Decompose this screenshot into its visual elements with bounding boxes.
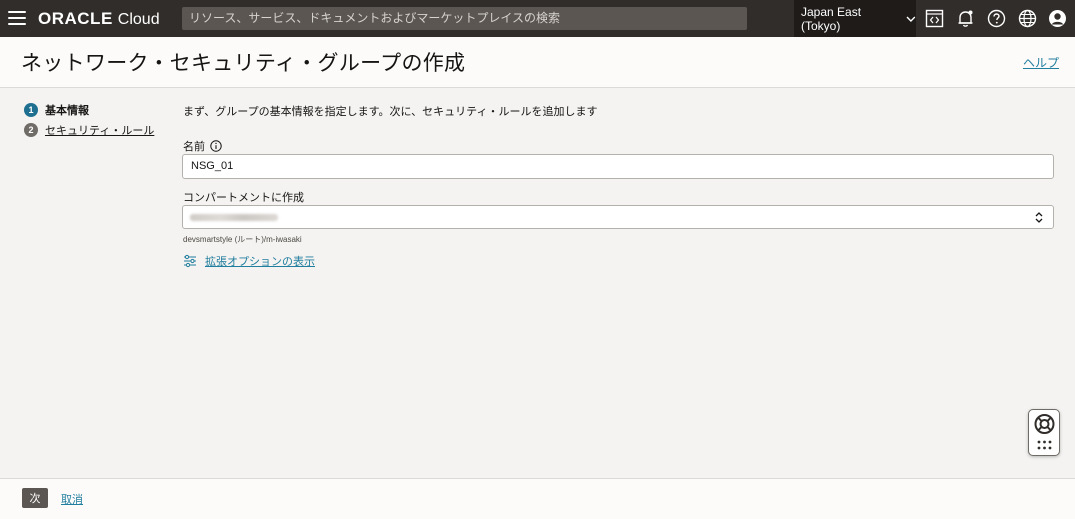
compartment-path: devsmartstyle (ルート)/m-iwasaki xyxy=(183,235,302,244)
step-number: 1 xyxy=(24,103,38,117)
wizard-steps: 1 基本情報 2 セキュリティ・ルール xyxy=(24,102,154,142)
advanced-options-label: 拡張オプションの表示 xyxy=(205,255,315,268)
logo-product: Cloud xyxy=(117,11,160,28)
floating-help-widget[interactable] xyxy=(1028,409,1060,456)
compartment-label: コンパートメントに作成 xyxy=(183,191,304,204)
step-label: セキュリティ・ルール xyxy=(45,124,155,137)
form-intro-text: まず、グループの基本情報を指定します。次に、セキュリティ・ルールを追加します xyxy=(183,105,598,118)
name-field[interactable]: NSG_01 xyxy=(182,154,1054,179)
help-link[interactable]: ヘルプ xyxy=(1023,54,1059,71)
settings-sliders-icon xyxy=(184,254,196,268)
step-security-rules[interactable]: 2 セキュリティ・ルール xyxy=(24,122,154,138)
step-label: 基本情報 xyxy=(45,104,89,117)
chevron-down-icon xyxy=(906,16,916,22)
name-label: 名前 xyxy=(183,140,205,153)
search-input[interactable]: リソース、サービス、ドキュメントおよびマーケットプレイスの検索 xyxy=(182,7,747,30)
page-footer: 次 取消 xyxy=(0,478,1075,519)
compartment-value-redacted xyxy=(190,214,278,221)
region-label: Japan East (Tokyo) xyxy=(801,4,862,33)
top-navigation-bar: ORACLE Cloud リソース、サービス、ドキュメントおよびマーケットプレイ… xyxy=(0,0,1075,37)
oracle-cloud-logo[interactable]: ORACLE Cloud xyxy=(38,9,160,29)
name-label-row: 名前 xyxy=(183,138,222,154)
help-icon[interactable] xyxy=(987,9,1006,28)
step-basic-info[interactable]: 1 基本情報 xyxy=(24,102,154,118)
compartment-select[interactable] xyxy=(182,205,1054,229)
bell-icon[interactable] xyxy=(956,9,975,28)
select-updown-icon xyxy=(1035,212,1043,223)
cancel-link[interactable]: 取消 xyxy=(61,491,83,507)
logo-brand: ORACLE xyxy=(38,9,113,28)
page-header: ネットワーク・セキュリティ・グループの作成 ヘルプ xyxy=(0,37,1075,88)
show-advanced-options-link[interactable]: 拡張オプションの表示 xyxy=(183,253,315,269)
info-icon[interactable] xyxy=(210,140,222,152)
step-number: 2 xyxy=(24,123,38,137)
code-editor-icon[interactable] xyxy=(925,9,944,28)
user-icon[interactable] xyxy=(1048,9,1067,28)
globe-icon[interactable] xyxy=(1018,9,1037,28)
lifebuoy-icon xyxy=(1034,414,1055,450)
menu-icon[interactable] xyxy=(8,11,26,25)
region-selector[interactable]: Japan East (Tokyo) xyxy=(794,0,916,37)
next-button[interactable]: 次 xyxy=(22,488,48,508)
page-title: ネットワーク・セキュリティ・グループの作成 xyxy=(21,51,466,75)
